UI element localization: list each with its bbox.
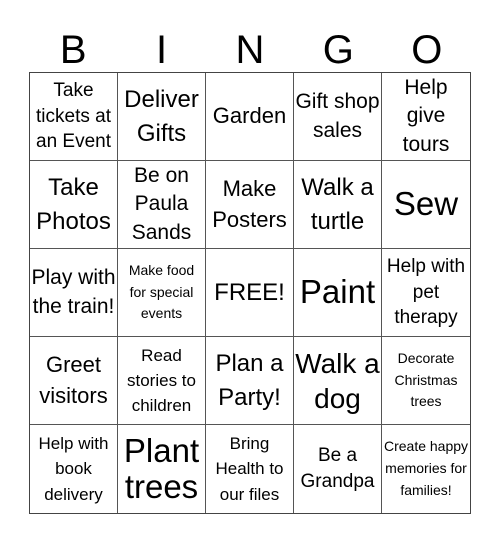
bingo-cell[interactable]: Bring Health to our files	[206, 425, 294, 513]
bingo-cell[interactable]: Greet visitors	[30, 337, 118, 425]
bingo-cell[interactable]: Be a Grandpa	[294, 425, 382, 513]
bingo-cell[interactable]: Take Photos	[30, 161, 118, 249]
bingo-cell[interactable]: Make Posters	[206, 161, 294, 249]
header-letter-g: G	[322, 28, 354, 72]
header-letter-n: N	[235, 28, 265, 72]
bingo-cell[interactable]: Plan a Party!	[206, 337, 294, 425]
bingo-cell[interactable]: Play with the train!	[30, 249, 118, 337]
bingo-cell[interactable]: Garden	[206, 73, 294, 161]
bingo-header: B I N G O	[29, 28, 471, 72]
header-letter-o: O	[411, 28, 443, 72]
bingo-cell[interactable]: Help with pet therapy	[382, 249, 470, 337]
bingo-cell free-space[interactable]: FREE!	[206, 249, 294, 337]
header-letter-b: B	[59, 28, 87, 72]
bingo-cell[interactable]: Help with book delivery	[30, 425, 118, 513]
bingo-cell[interactable]: Take tickets at an Event	[30, 73, 118, 161]
header-letter-i: I	[156, 28, 168, 72]
bingo-cell[interactable]: Sew	[382, 161, 470, 249]
bingo-cell[interactable]: Walk a dog	[294, 337, 382, 425]
bingo-cell[interactable]: Make food for special events	[118, 249, 206, 337]
bingo-cell[interactable]: Be on Paula Sands	[118, 161, 206, 249]
bingo-cell[interactable]: Read stories to children	[118, 337, 206, 425]
bingo-cell[interactable]: Paint	[294, 249, 382, 337]
bingo-cell[interactable]: Walk a turtle	[294, 161, 382, 249]
bingo-cell[interactable]: Gift shop sales	[294, 73, 382, 161]
bingo-cell[interactable]: Plant trees	[118, 425, 206, 513]
bingo-cell[interactable]: Deliver Gifts	[118, 73, 206, 161]
bingo-card-grid: Take tickets at an Event Deliver Gifts G…	[29, 72, 471, 514]
bingo-cell[interactable]: Create happy memories for families!	[382, 425, 470, 513]
bingo-cell[interactable]: Decorate Christmas trees	[382, 337, 470, 425]
bingo-cell[interactable]: Help give tours	[382, 73, 470, 161]
